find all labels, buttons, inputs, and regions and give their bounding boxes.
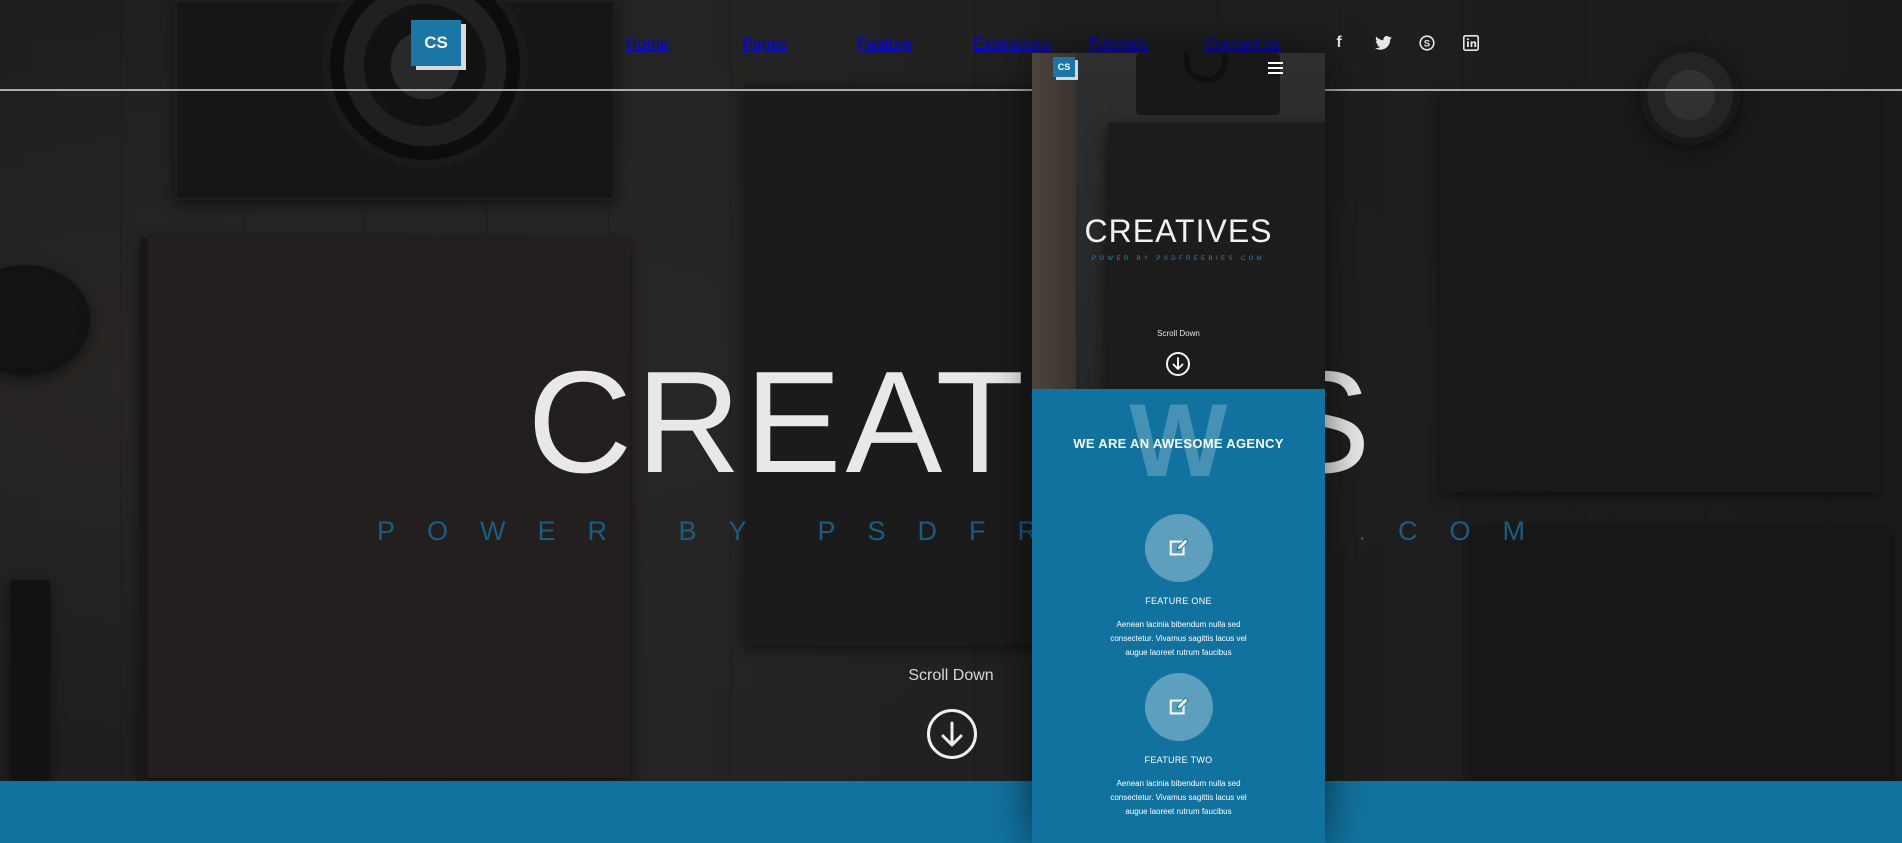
nav-pages[interactable]: Pages	[742, 36, 787, 54]
arrow-down-icon	[941, 721, 963, 747]
scroll-down-label: Scroll Down	[908, 667, 994, 684]
feature-name: FEATURE ONE	[1145, 596, 1212, 606]
linkedin-icon[interactable]	[1462, 34, 1480, 52]
mobile-hero: CS CREATIVES POWER BY PSDFREEBIES.COM Sc…	[1032, 53, 1325, 389]
scroll-down-button[interactable]	[927, 709, 977, 759]
skype-icon[interactable]: S	[1418, 34, 1436, 52]
feature-two-button[interactable]	[1144, 673, 1213, 741]
nav-contact[interactable]: Contact us	[1204, 36, 1280, 54]
edit-icon	[1169, 538, 1189, 556]
wax-seal-image	[1640, 45, 1740, 145]
feature-card: FEATURE ONE Aenean lacinia bibendum null…	[1032, 514, 1325, 660]
feature-one-button[interactable]	[1144, 514, 1213, 582]
site-logo[interactable]: CS	[411, 20, 461, 66]
nav-tutorials[interactable]: Tutorials	[1088, 36, 1149, 54]
notebook-image	[140, 238, 630, 778]
mobile-hero-subtitle: POWER BY PSDFREEBIES.COM	[1091, 256, 1266, 262]
nav-extensions[interactable]: Extensions	[973, 36, 1051, 54]
social-links: f S	[1330, 34, 1480, 52]
feature-description: Aenean lacinia bibendum nulla sed consec…	[1110, 779, 1247, 816]
mobile-scroll-down-label: Scroll Down	[1157, 329, 1200, 338]
agency-title: WE ARE AN AWESOME AGENCY	[1073, 436, 1284, 451]
mobile-scroll-down-button[interactable]	[1166, 352, 1190, 376]
feature-description: Aenean lacinia bibendum nulla sed consec…	[1110, 620, 1247, 657]
header-divider	[0, 89, 1902, 91]
feature-card: FEATURE TWO Aenean lacinia bibendum null…	[1032, 673, 1325, 819]
feature-name: FEATURE TWO	[1144, 755, 1213, 765]
nav-home[interactable]: Home	[626, 36, 669, 54]
twitter-icon[interactable]	[1374, 34, 1392, 52]
hero-subtitle: POWER BY PSDFREEBIES.COM	[376, 516, 1558, 546]
edit-icon	[1169, 697, 1189, 715]
svg-text:S: S	[1424, 39, 1431, 50]
nav-feature[interactable]: Feature	[857, 36, 912, 54]
hamburger-icon[interactable]	[1268, 62, 1283, 75]
facebook-icon[interactable]: f	[1330, 34, 1348, 52]
agency-section-strip	[0, 781, 1902, 843]
arrow-down-icon	[1172, 357, 1184, 370]
mobile-agency-section: W WE ARE AN AWESOME AGENCY FEATURE ONE A…	[1032, 389, 1325, 843]
mobile-site-logo[interactable]: CS	[1053, 57, 1075, 77]
mobile-hero-title: CREATIVES	[1084, 213, 1273, 249]
mobile-preview: CS CREATIVES POWER BY PSDFREEBIES.COM Sc…	[1032, 53, 1325, 843]
desktop-page: CS Home Pages Feature Extensions Tutoria…	[0, 0, 1902, 843]
hero-title: CREATIVES	[527, 341, 1375, 503]
